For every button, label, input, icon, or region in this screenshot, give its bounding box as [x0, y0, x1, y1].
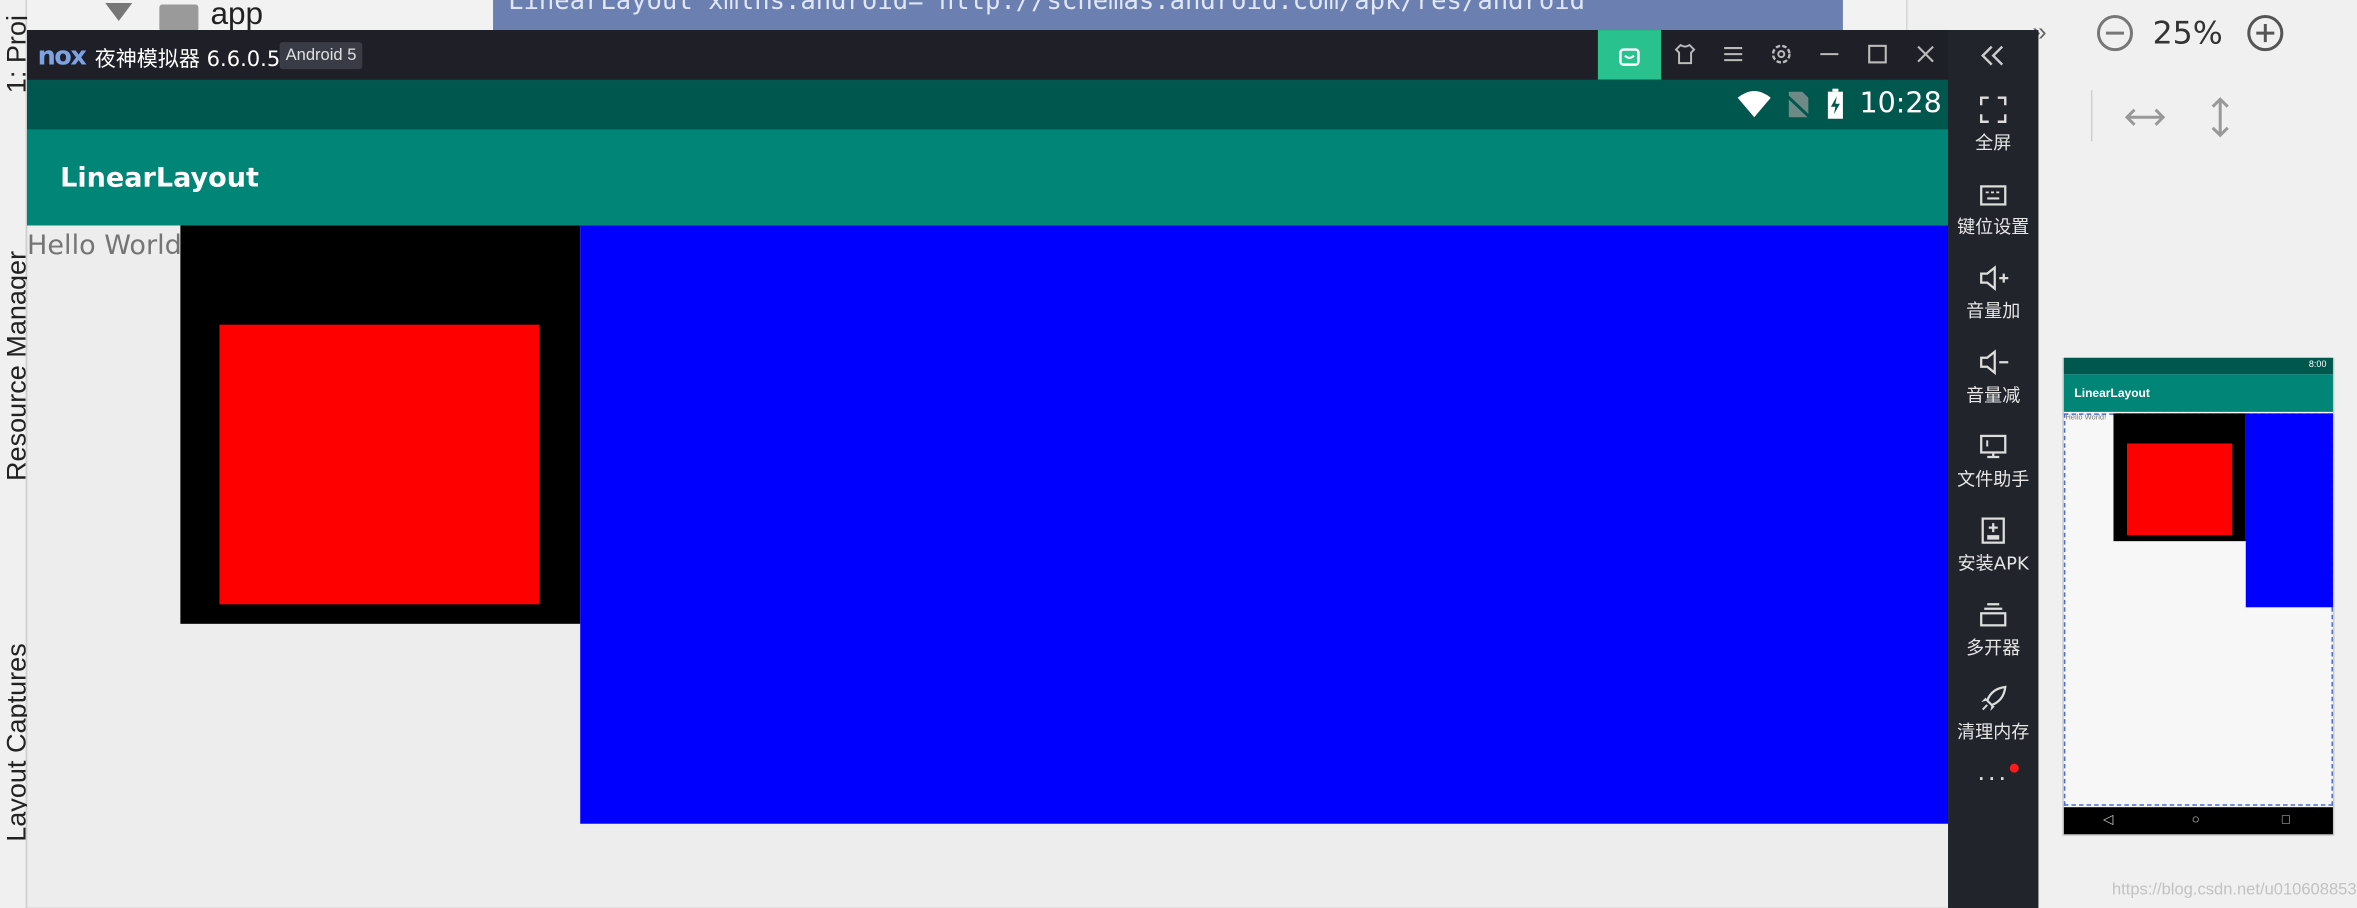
ide-code-editor[interactable]: LinearLayout xmlns:android="http://schem… [493, 0, 1843, 34]
status-time: 10:28 [1859, 87, 1942, 121]
store-button[interactable] [1597, 30, 1662, 80]
sidebar-item-volume-down[interactable]: 音量减 [1948, 346, 2038, 408]
file-assistant-icon [1980, 434, 2007, 459]
zoom-in-icon[interactable] [2246, 14, 2285, 53]
app-action-bar [27, 129, 1949, 226]
preview-title: LinearLayout [2074, 386, 2150, 400]
sidebar-label: 清理内存 [1957, 721, 2030, 743]
tshirt-icon [1674, 43, 1696, 65]
menu-button[interactable] [1712, 33, 1754, 75]
keyboard-icon [1980, 185, 2007, 206]
sidebar-label: 文件助手 [1957, 468, 2030, 491]
sidebar-label: 多开器 [1966, 637, 2021, 659]
horizontal-resize-icon[interactable] [2123, 105, 2168, 129]
maximize-button[interactable] [1856, 33, 1898, 75]
sidebar-item-volume-up[interactable]: 音量加 [1948, 262, 2038, 324]
sidebar-item-clean-memory[interactable]: 清理内存 [1948, 682, 2038, 744]
gear-icon [1771, 44, 1791, 64]
close-icon [1917, 45, 1934, 63]
nox-logo: nox [37, 42, 87, 73]
hello-world-text: Hello World! [27, 229, 193, 262]
minimize-icon [1820, 53, 1839, 56]
preview-hello-text[interactable]: Hello World! [2065, 413, 2106, 422]
preview-back-icon: ◁ [2102, 811, 2114, 827]
volume-up-icon [1980, 265, 2009, 291]
more-options-button[interactable]: ··· [1977, 762, 2009, 794]
skin-button[interactable] [1664, 33, 1706, 75]
folder-icon [159, 4, 199, 32]
emulator-title: 夜神模拟器 6.6.0.5 [94, 48, 281, 73]
collapse-sidebar-icon[interactable] [1978, 42, 2008, 69]
sidebar-label: 音量减 [1966, 384, 2021, 406]
android-status-bar [27, 79, 1949, 130]
android-version-badge: Android 5 [279, 42, 363, 70]
battery-charging-icon [1827, 88, 1843, 119]
zoom-out-icon[interactable] [2095, 14, 2134, 53]
expand-arrow-icon[interactable] [105, 3, 133, 22]
sidebar-item-multi-instance[interactable]: 多开器 [1948, 598, 2038, 660]
sidebar-label: 全屏 [1975, 132, 2012, 154]
multi-instance-icon [1980, 603, 2007, 627]
sidebar-label: 安装APK [1957, 553, 2029, 575]
settings-button[interactable] [1760, 33, 1802, 75]
ide-left-tool-strip: 1: Proj Resource Manager Layout Captures [0, 0, 32, 908]
blue-view [580, 225, 1949, 824]
sidebar-item-keymap[interactable]: 键位设置 [1948, 177, 2038, 239]
maximize-icon [1868, 44, 1887, 64]
red-view [219, 324, 540, 605]
sidebar-item-install-apk[interactable]: 安装APK [1948, 514, 2038, 576]
notification-dot [2009, 763, 2019, 773]
sidebar-label: 键位设置 [1957, 216, 2030, 238]
sidebar-item-file-assistant[interactable]: 文件助手 [1948, 430, 2038, 492]
preview-home-icon: ○ [2191, 811, 2200, 827]
close-button[interactable] [1905, 33, 1947, 75]
code-line: LinearLayout xmlns:android="http://schem… [508, 0, 1601, 17]
sidebar-item-fullscreen[interactable]: 全屏 [1948, 93, 2038, 155]
watermark: https://blog.csdn.net/u010608853 [2111, 880, 2357, 899]
install-apk-icon [1981, 517, 2005, 544]
toolbar-divider [2090, 90, 2093, 142]
preview-recents-icon: □ [2281, 811, 2291, 827]
zoom-level: 25% [2152, 15, 2223, 52]
sidebar-label: 音量加 [1966, 300, 2021, 322]
preview-status-bar [2063, 357, 2333, 375]
rocket-icon [1981, 685, 2007, 712]
hamburger-menu-icon [1724, 47, 1743, 62]
volume-down-icon [1980, 349, 2009, 376]
project-label[interactable]: app [210, 0, 263, 33]
preview-blue-box[interactable] [2245, 413, 2333, 608]
minimize-button[interactable] [1808, 33, 1850, 75]
no-sim-icon [1784, 91, 1810, 119]
shopping-bag-icon [1619, 47, 1640, 66]
preview-red-box[interactable] [2127, 443, 2233, 536]
app-title: LinearLayout [60, 162, 259, 194]
wifi-icon [1737, 90, 1771, 118]
fullscreen-icon [1980, 96, 2007, 123]
preview-time: 8:00 [2308, 360, 2327, 370]
vertical-resize-icon[interactable] [2208, 95, 2232, 140]
